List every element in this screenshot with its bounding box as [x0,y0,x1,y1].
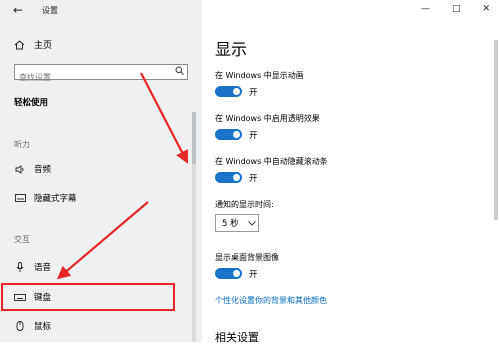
main-scrollbar[interactable] [493,0,500,342]
sidebar-item-captions[interactable]: 隐藏式字幕 [14,192,77,204]
search-icon[interactable] [175,66,184,78]
title-bar: ← 设置 [0,0,202,22]
close-button[interactable]: ✕ [482,4,490,14]
sidebar-item-speech[interactable]: 语音 [14,261,51,273]
speaker-icon [14,164,26,174]
toggle-state-text: 开 [249,88,258,98]
toggle-wallpaper[interactable] [215,268,242,279]
group-label-interaction: 交互 [14,235,30,244]
setting-label-transparency: 在 Windows 中启用透明效果 [215,114,320,123]
home-label: 主页 [34,41,53,51]
setting-label-animations: 在 Windows 中显示动画 [215,71,304,80]
captions-icon [14,194,26,202]
notification-duration-dropdown[interactable]: 5 秒 [215,214,259,232]
setting-label-wallpaper: 显示桌面背景图像 [215,253,279,262]
chevron-down-icon [247,220,256,226]
window-controls: — □ ✕ [421,4,490,14]
sidebar-item-label: 键盘 [34,293,52,303]
sidebar-item-label: 鼠标 [34,322,52,332]
toggle-state-text: 开 [249,174,258,184]
sidebar-item-label: 语音 [34,263,52,273]
minimize-button[interactable]: — [421,4,430,14]
related-settings-heading: 相关设置 [215,331,259,344]
back-button[interactable]: ← [13,3,23,17]
page-title: 显示 [215,40,248,59]
personalize-link[interactable]: 个性化设置你的背景和其他颜色 [215,295,327,306]
sidebar-item-audio[interactable]: 音频 [14,163,51,175]
search-box[interactable] [14,64,188,85]
dropdown-value: 5 秒 [222,219,239,229]
sidebar-item-mouse[interactable]: 鼠标 [14,320,51,332]
notification-duration-label: 通知的显示时间: [215,200,274,209]
group-label-hearing: 听力 [14,140,30,149]
home-icon [14,39,25,50]
toggle-state-text: 开 [249,270,258,280]
sidebar-item-label: 音频 [34,165,52,175]
section-title: 轻松使用 [14,98,49,108]
maximize-button[interactable]: □ [452,4,461,14]
mouse-icon [14,321,26,331]
app-title: 设置 [42,6,58,15]
setting-label-scrollbars: 在 Windows 中自动隐藏滚动条 [215,157,328,166]
toggle-scrollbars[interactable] [215,172,242,183]
sidebar-item-label: 隐藏式字幕 [34,194,77,204]
home-nav-item[interactable]: 主页 [14,38,52,51]
main-scrollbar-thumb[interactable] [494,40,498,220]
sidebar-item-keyboard[interactable]: 键盘 [14,291,51,303]
toggle-state-text: 开 [249,131,258,141]
toggle-animations[interactable] [215,86,242,97]
search-input[interactable] [15,70,169,85]
microphone-icon [14,262,26,272]
keyboard-icon [14,293,26,301]
toggle-transparency[interactable] [215,129,242,140]
sidebar-scrollbar-thumb[interactable] [192,112,196,164]
sidebar: ← 设置 主页 轻松使用 听力 音频 隐藏式字幕 交互 语音 [0,0,202,342]
